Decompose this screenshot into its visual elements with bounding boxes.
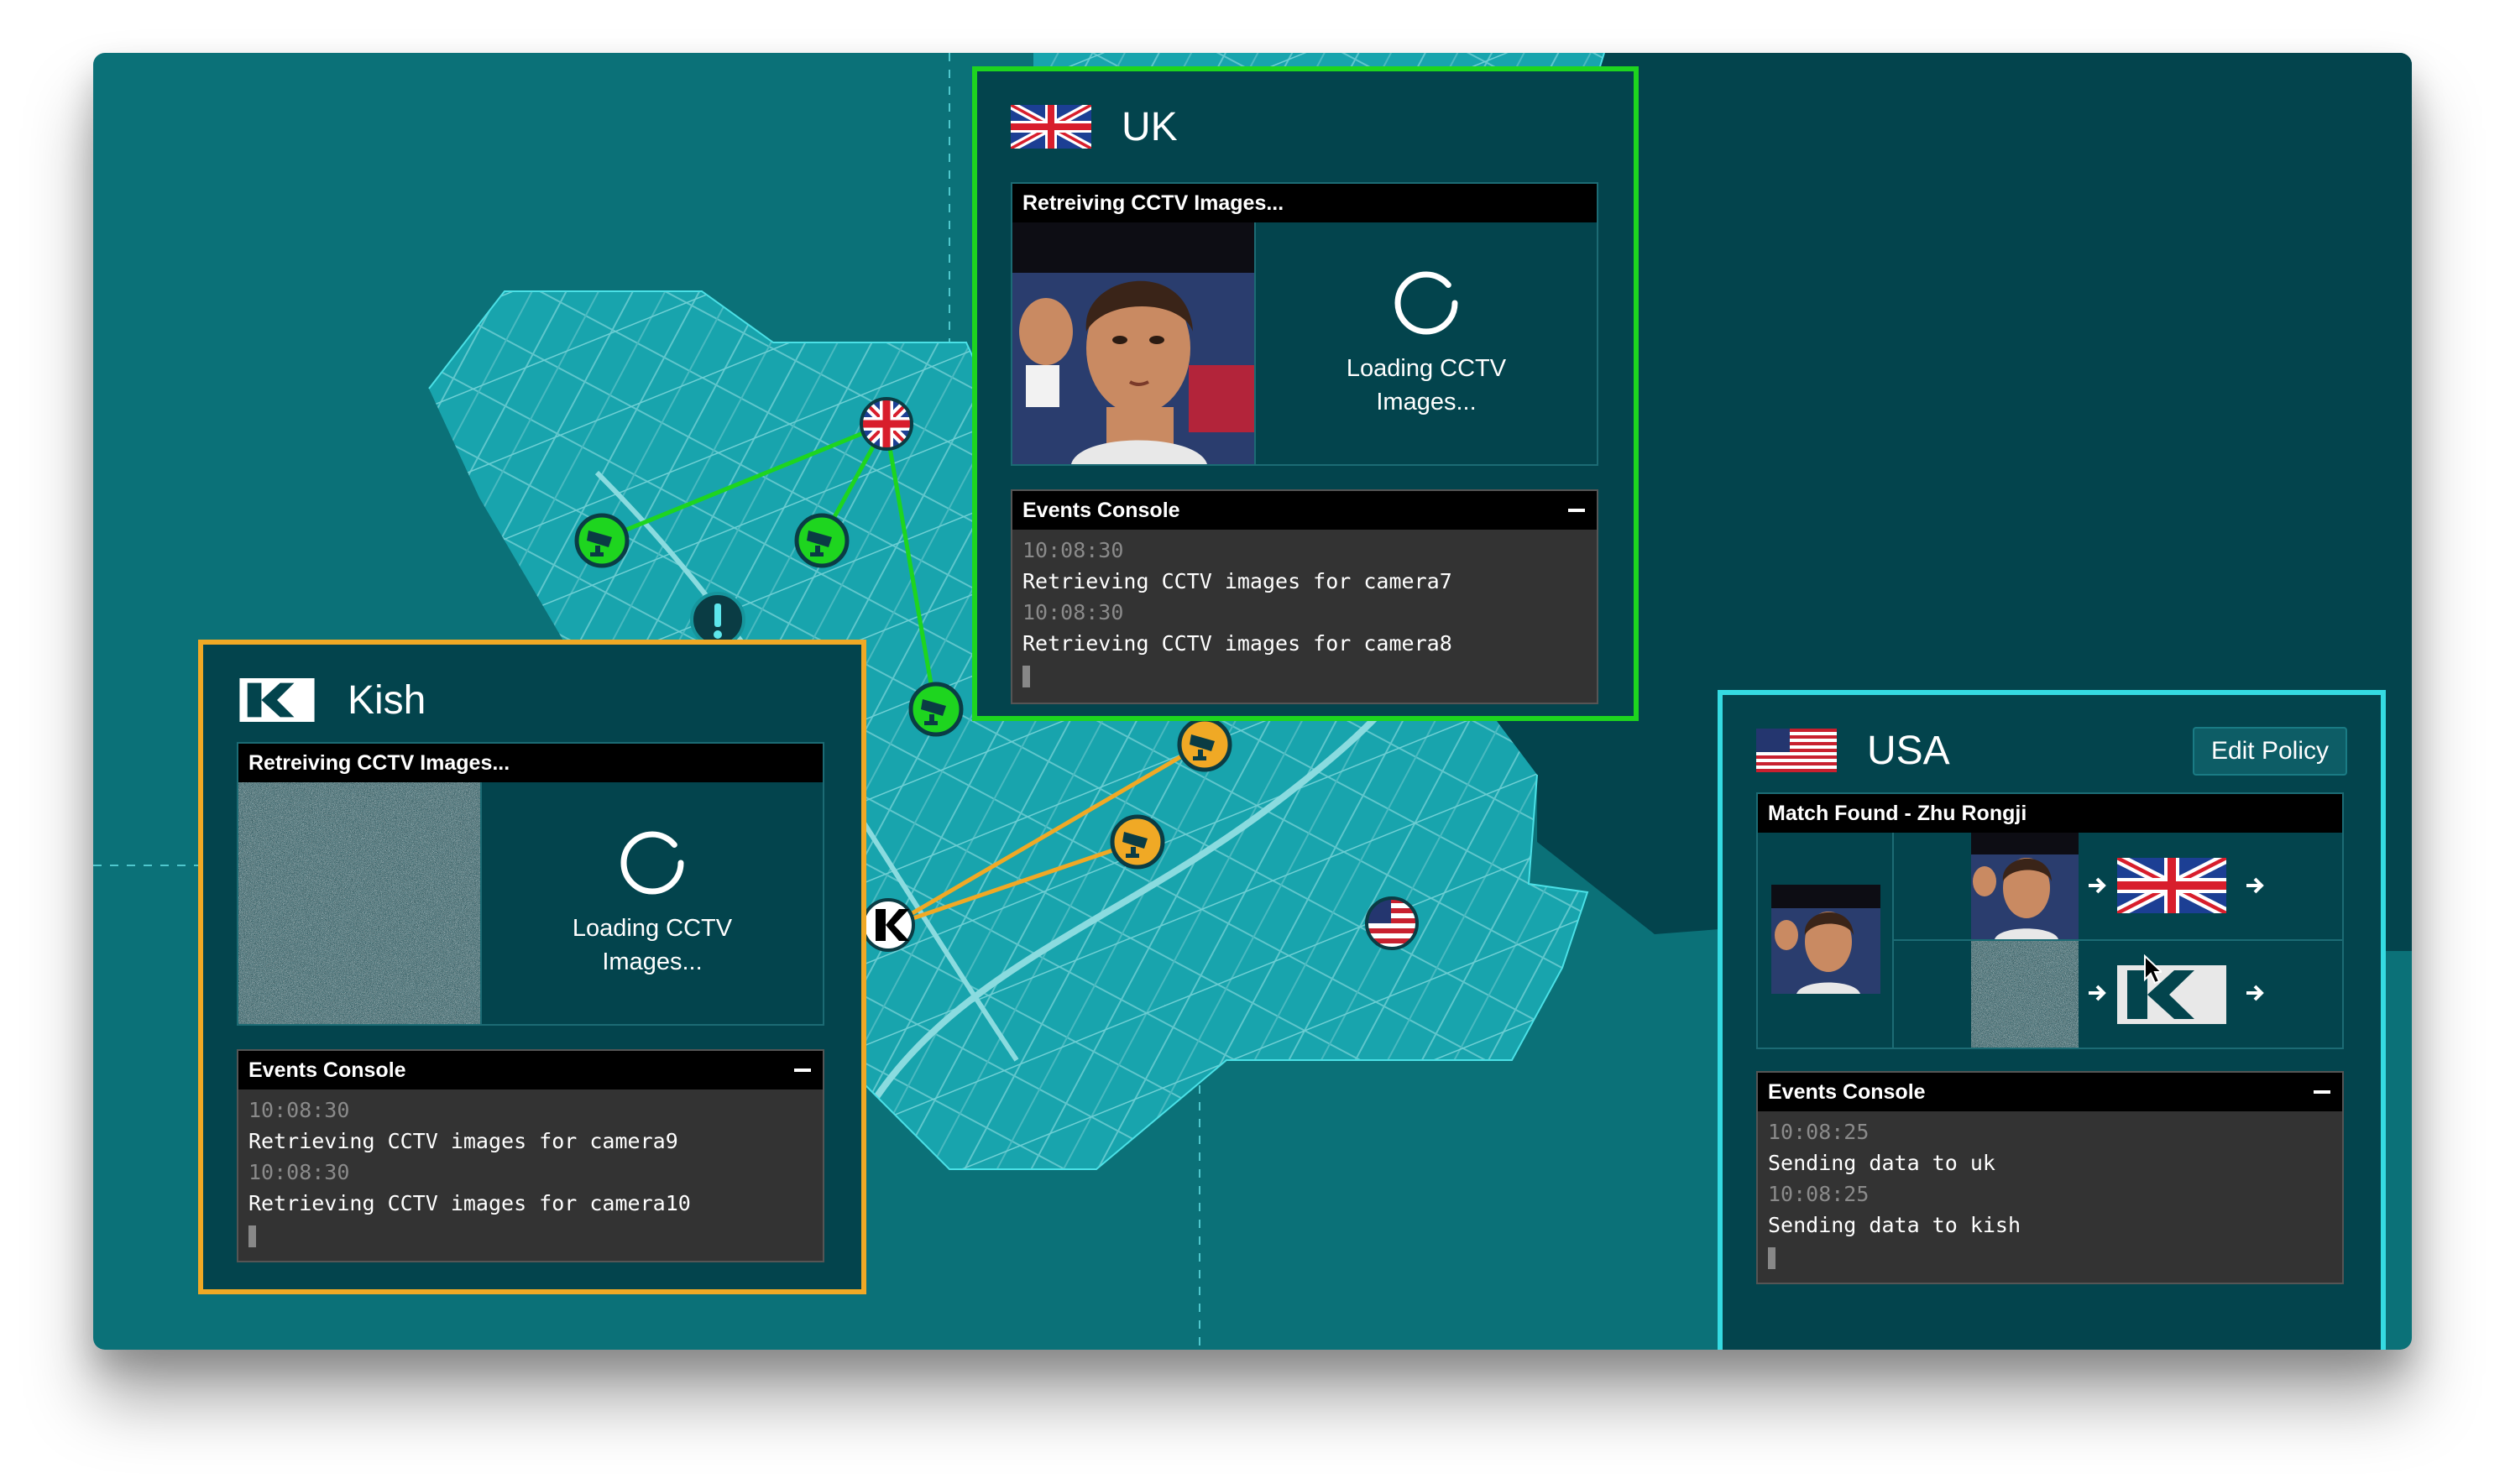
console-log[interactable]: 10:08:25 Sending data to uk 10:08:25 Sen…	[1758, 1111, 2342, 1274]
edit-policy-button[interactable]: Edit Policy	[2192, 727, 2347, 776]
cctv-camera-icon	[574, 513, 630, 568]
console-title-bar: Events Console	[238, 1051, 823, 1089]
log-timestamp: 10:08:25	[1768, 1120, 1870, 1144]
kish-panel: Kish Retreiving CCTV Images... Loading C…	[198, 640, 866, 1294]
mouse-cursor-icon	[2144, 954, 2162, 985]
console-cursor	[248, 1225, 256, 1247]
kish-logo-icon	[239, 678, 315, 722]
console-title: Events Console	[248, 1058, 406, 1082]
cctv-static-image[interactable]	[238, 782, 480, 1024]
cctv-face-image[interactable]	[1012, 222, 1254, 464]
log-message: Retrieving CCTV images for camera8	[1022, 631, 1452, 656]
minimize-button[interactable]	[2314, 1090, 2330, 1094]
uk-panel-header: UK	[1011, 102, 1178, 152]
camera-marker[interactable]	[1176, 716, 1233, 777]
log-timestamp: 10:08:30	[1022, 600, 1124, 624]
events-console: Events Console 10:08:30 Retrieving CCTV …	[237, 1049, 824, 1262]
log-message: Retrieving CCTV images for camera7	[1022, 569, 1452, 593]
kish-marker[interactable]	[860, 897, 916, 957]
uk-panel: UK Retreiving CCTV Images... Loading CCT…	[972, 66, 1639, 721]
loading-text-line2: Images...	[1376, 389, 1477, 415]
kish-panel-header: Kish	[237, 675, 426, 725]
arrow-right-icon	[2089, 985, 2106, 1001]
arrow-right-icon	[2246, 877, 2264, 894]
uk-flag-icon	[2117, 858, 2226, 913]
console-title-bar: Events Console	[1758, 1073, 2342, 1111]
console-title-bar: Events Console	[1012, 491, 1597, 530]
camera-marker[interactable]	[573, 512, 630, 573]
image-box-title: Retreiving CCTV Images...	[238, 744, 823, 782]
log-timestamp: 10:08:30	[248, 1160, 350, 1184]
loading-indicator: Loading CCTV Images...	[1254, 222, 1597, 464]
cctv-camera-icon	[794, 513, 850, 568]
console-log[interactable]: 10:08:30 Retrieving CCTV images for came…	[1012, 530, 1597, 692]
match-box: Match Found - Zhu Rongji	[1756, 792, 2344, 1049]
console-title: Events Console	[1768, 1080, 1926, 1104]
uk-flag-icon	[1011, 105, 1091, 149]
loading-text-line2: Images...	[602, 948, 703, 975]
camera-marker[interactable]	[793, 512, 850, 573]
minimize-button[interactable]	[1568, 509, 1585, 512]
events-console: Events Console 10:08:30 Retrieving CCTV …	[1011, 489, 1598, 704]
camera-marker[interactable]	[1109, 813, 1166, 875]
cctv-camera-icon	[908, 682, 964, 737]
console-cursor	[1022, 666, 1030, 687]
loading-indicator: Loading CCTV Images...	[480, 782, 823, 1024]
uk-match-face-image[interactable]	[1971, 833, 2079, 939]
camera-marker[interactable]	[907, 681, 965, 742]
log-message: Sending data to uk	[1768, 1151, 1995, 1175]
uk-flag-marker[interactable]	[859, 396, 914, 456]
cctv-camera-icon	[1177, 717, 1232, 772]
us-flag-icon	[1756, 729, 1837, 772]
app-window: UK Retreiving CCTV Images... Loading CCT…	[93, 53, 2412, 1350]
console-title: Events Console	[1022, 499, 1180, 522]
kish-logo-icon	[861, 898, 915, 952]
cctv-camera-icon	[1110, 814, 1165, 870]
panel-title: UK	[1122, 104, 1178, 149]
suspect-face-image[interactable]	[1771, 885, 1880, 994]
uk-flag-icon	[860, 397, 913, 451]
console-log[interactable]: 10:08:30 Retrieving CCTV images for came…	[238, 1089, 823, 1252]
us-flag-icon	[1365, 896, 1419, 950]
console-cursor	[1768, 1247, 1775, 1269]
minimize-button[interactable]	[794, 1069, 811, 1072]
spinner-icon	[1394, 271, 1458, 335]
log-message: Retrieving CCTV images for camera9	[248, 1129, 678, 1153]
events-console: Events Console 10:08:25 Sending data to …	[1756, 1071, 2344, 1284]
log-timestamp: 10:08:30	[1022, 538, 1124, 562]
panel-title: Kish	[348, 677, 426, 723]
log-timestamp: 10:08:25	[1768, 1182, 1870, 1206]
kish-static-image[interactable]	[1971, 941, 2079, 1048]
spinner-icon	[620, 831, 684, 895]
log-message: Sending data to kish	[1768, 1213, 2021, 1237]
cctv-image-box: Retreiving CCTV Images... Loading CCTV I…	[1011, 182, 1598, 466]
image-box-title: Retreiving CCTV Images...	[1012, 184, 1597, 222]
usa-panel-header: USA	[1756, 725, 1950, 776]
kish-logo-icon	[2117, 965, 2226, 1024]
loading-text-line1: Loading CCTV	[1346, 355, 1507, 382]
arrow-right-icon	[2089, 877, 2106, 894]
usa-flag-marker[interactable]	[1364, 896, 1420, 955]
cctv-image-box: Retreiving CCTV Images... Loading CCTV I…	[237, 742, 824, 1026]
arrow-right-icon	[2246, 985, 2264, 1001]
log-message: Retrieving CCTV images for camera10	[248, 1191, 691, 1215]
loading-text-line1: Loading CCTV	[572, 915, 733, 942]
match-box-title: Match Found - Zhu Rongji	[1758, 794, 2342, 833]
log-timestamp: 10:08:30	[248, 1098, 350, 1122]
panel-title: USA	[1867, 728, 1950, 773]
usa-panel: USA Edit Policy Match Found - Zhu Rongji	[1718, 690, 2386, 1350]
